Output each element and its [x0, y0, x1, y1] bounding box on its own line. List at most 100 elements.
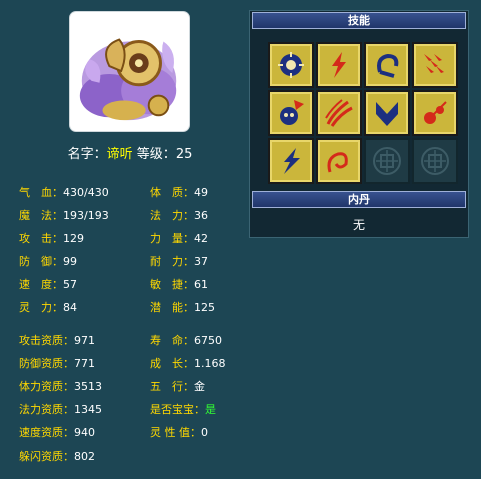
aptitude-label: 躲闪资质：	[19, 450, 74, 463]
stat-potential: 潜 能：125	[150, 300, 215, 316]
arrow-rain-icon	[424, 54, 444, 73]
stat-value: 99	[63, 255, 77, 268]
aptitude-lifespan: 寿 命：6750	[150, 333, 222, 349]
stat-label: 灵 力：	[19, 301, 63, 314]
stat-speed: 速 度：57	[19, 277, 77, 293]
aptitude-label: 成 长：	[150, 357, 194, 370]
pet-name: 谛听	[106, 147, 133, 162]
stat-value: 61	[194, 278, 208, 291]
aptitude-value: 1345	[74, 403, 102, 416]
aptitude-value: 是	[205, 403, 216, 416]
pet-avatar-image	[79, 38, 177, 121]
aptitude-label: 寿 命：	[150, 334, 194, 347]
stat-label: 速 度：	[19, 278, 63, 291]
stat-value: 42	[194, 232, 208, 245]
skill-slot-12[interactable]	[412, 138, 458, 184]
aptitude-value: 金	[194, 380, 205, 393]
stat-label: 攻 击：	[19, 232, 63, 245]
aptitude-stamina: 体力资质：3513	[19, 379, 102, 395]
empty-slot-icon	[373, 147, 401, 175]
stat-attack: 攻 击：129	[19, 231, 84, 247]
aptitude-speed: 速度资质：940	[19, 425, 95, 441]
aptitude-value: 940	[74, 426, 95, 439]
thunder-icon	[284, 148, 300, 174]
stat-value: 129	[63, 232, 84, 245]
neidan-value: 无	[352, 218, 365, 232]
stat-label: 耐 力：	[150, 255, 194, 268]
flame-swirl-icon	[327, 152, 348, 173]
sun-seal-icon	[278, 52, 304, 78]
aptitude-value: 771	[74, 357, 95, 370]
stat-label: 潜 能：	[150, 301, 194, 314]
meteor-icon	[424, 101, 447, 124]
stat-defense: 防 御：99	[19, 254, 77, 270]
aptitude-label: 灵 性 值：	[150, 426, 201, 439]
aptitude-label: 速度资质：	[19, 426, 74, 439]
skill-slot-8[interactable]	[412, 90, 458, 136]
stat-value: 193/193	[63, 209, 109, 222]
stat-magic: 法 力：36	[150, 208, 208, 224]
aptitude-growth: 成 长：1.168	[150, 356, 226, 372]
aptitude-attack: 攻击资质：971	[19, 333, 95, 349]
aptitude-label: 五 行：	[150, 380, 194, 393]
name-label: 名字：	[67, 147, 107, 162]
skill-slot-7[interactable]	[364, 90, 410, 136]
aptitude-value: 802	[74, 450, 95, 463]
stat-endurance: 耐 力：37	[150, 254, 208, 270]
stat-spirit: 灵 力：84	[19, 300, 77, 316]
stat-mp: 魔 法：193/193	[19, 208, 109, 224]
aptitude-value: 1.168	[194, 357, 226, 370]
aptitude-value: 6750	[194, 334, 222, 347]
stat-label: 魔 法：	[19, 209, 63, 222]
aptitude-label: 是否宝宝：	[150, 403, 205, 416]
stat-label: 气 血：	[19, 186, 63, 199]
skill-slot-2[interactable]	[316, 42, 362, 88]
stat-constitution: 体 质：49	[150, 185, 208, 201]
skills-panel: 技能 内丹 无	[249, 10, 469, 238]
stat-agility: 敏 捷：61	[150, 277, 208, 293]
neidan-header: 内丹	[252, 191, 466, 208]
aptitude-is-baby: 是否宝宝：是	[150, 402, 216, 418]
fire-claw-icon	[325, 99, 353, 127]
aptitude-value: 3513	[74, 380, 102, 393]
stat-label: 防 御：	[19, 255, 63, 268]
aptitude-dodge: 躲闪资质：802	[19, 449, 95, 465]
lightning-scroll-icon	[332, 52, 346, 78]
shield-wing-icon	[376, 102, 398, 126]
skill-slot-9[interactable]	[268, 138, 314, 184]
level-label: 等级：	[136, 147, 176, 162]
aptitude-defense: 防御资质：771	[19, 356, 95, 372]
stat-value: 36	[194, 209, 208, 222]
aptitude-element: 五 行：金	[150, 379, 205, 395]
stat-value: 84	[63, 301, 77, 314]
aptitude-spirit-value: 灵 性 值：0	[150, 425, 208, 441]
aptitude-value: 971	[74, 334, 95, 347]
pet-level: 25	[175, 147, 193, 162]
stat-label: 法 力：	[150, 209, 194, 222]
aptitude-label: 体力资质：	[19, 380, 74, 393]
aptitude-value: 0	[201, 426, 208, 439]
skill-slot-5[interactable]	[268, 90, 314, 136]
stat-label: 力 量：	[150, 232, 194, 245]
skill-slot-1[interactable]	[268, 42, 314, 88]
skill-slot-4[interactable]	[412, 42, 458, 88]
skill-slot-6[interactable]	[316, 90, 362, 136]
skill-slot-10[interactable]	[316, 138, 362, 184]
skill-slot-3[interactable]	[364, 42, 410, 88]
stat-value: 49	[194, 186, 208, 199]
stat-label: 体 质：	[150, 186, 194, 199]
stat-value: 57	[63, 278, 77, 291]
empty-slot-icon	[421, 147, 449, 175]
skull-strike-icon	[280, 100, 304, 125]
skill-slot-11[interactable]	[364, 138, 410, 184]
aptitude-label: 攻击资质：	[19, 334, 74, 347]
stat-strength: 力 量：42	[150, 231, 208, 247]
pet-portrait	[69, 11, 190, 132]
stat-hp: 气 血：430/430	[19, 185, 109, 201]
skill-grid	[268, 42, 458, 184]
stat-value: 125	[194, 301, 215, 314]
aptitude-magic: 法力资质：1345	[19, 402, 102, 418]
aptitude-label: 法力资质：	[19, 403, 74, 416]
hook-icon	[377, 53, 399, 78]
stat-label: 敏 捷：	[150, 278, 194, 291]
